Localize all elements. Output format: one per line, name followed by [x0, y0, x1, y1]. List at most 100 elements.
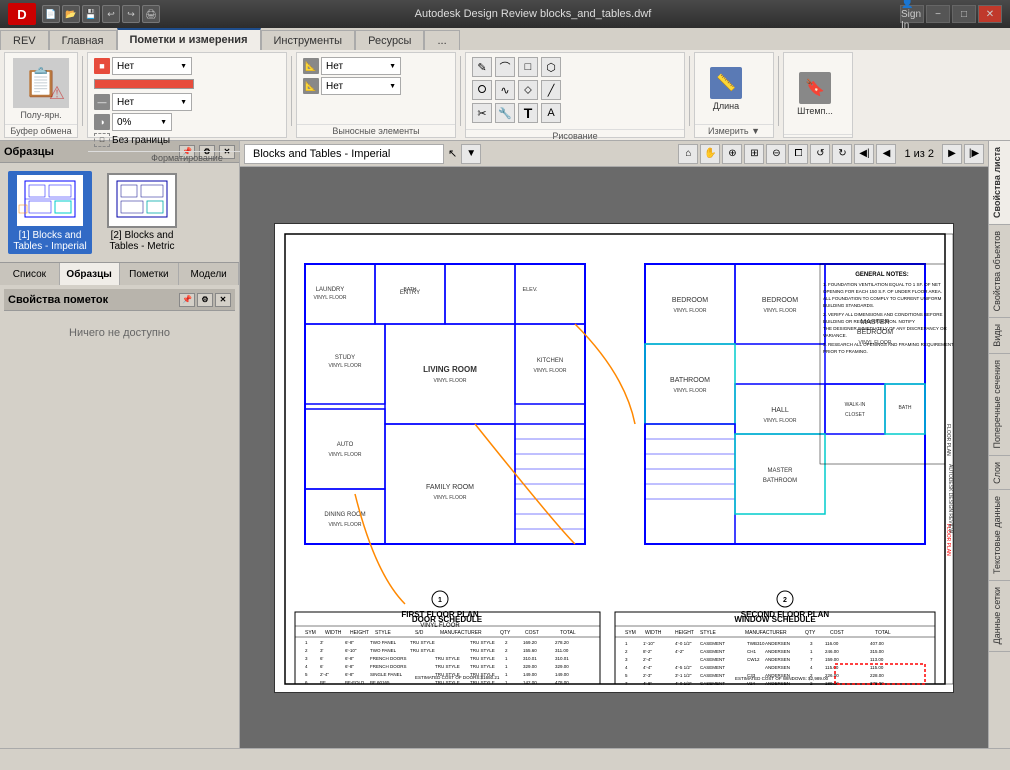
tab-markups[interactable]: Пометки — [120, 263, 180, 285]
callout-content: 📐 Нет ▼ 📐 Нет ▼ — [297, 53, 455, 124]
vsection-4: Поперечные сечения — [989, 354, 1010, 455]
group-format: ■ Нет ▼ — Нет ▼ ◑ — [87, 52, 287, 138]
svg-text:BF: BF — [320, 680, 326, 685]
svg-text:CASEMENT: CASEMENT — [700, 649, 725, 654]
tab-list[interactable]: Список — [0, 263, 60, 285]
callout-combo2[interactable]: Нет ▼ — [321, 77, 401, 95]
canvas-view[interactable]: LAUNDRY VINYL FLOOR ENTRY ELEV. BATH STU… — [240, 167, 988, 748]
right-tab-obj[interactable]: Свойства объектов — [989, 225, 1010, 317]
minimize-btn[interactable]: − — [926, 5, 950, 23]
tab-tools[interactable]: Инструменты — [261, 30, 356, 50]
prop-pin-btn[interactable]: 📌 — [179, 293, 195, 307]
percent-combo[interactable]: 0% ▼ — [112, 113, 172, 131]
nav-last-btn[interactable]: |▶ — [964, 144, 984, 164]
quick-access-toolbar[interactable]: 📄 📂 💾 ↩ ↪ 🖨 — [42, 5, 160, 23]
svg-text:246.00: 246.00 — [825, 649, 839, 654]
svg-text:TRU STYLE: TRU STYLE — [435, 664, 460, 669]
svg-text:6': 6' — [320, 656, 324, 661]
draw-btn-6[interactable]: ∿ — [495, 80, 515, 100]
color-combo[interactable]: Нет ▼ — [112, 57, 192, 75]
tab-markup[interactable]: Пометки и измерения — [117, 28, 261, 50]
home-btn[interactable]: ⌂ — [678, 144, 698, 164]
tab-resources[interactable]: Ресурсы — [355, 30, 424, 50]
draw-btn-11[interactable]: T — [518, 103, 538, 123]
rotate-cw-btn[interactable]: ↻ — [832, 144, 852, 164]
draw-btn-8[interactable]: ╱ — [541, 80, 561, 100]
maximize-btn[interactable]: □ — [952, 5, 976, 23]
draw-btn-2[interactable]: ⌒ — [495, 57, 515, 77]
tab-more[interactable]: ... — [424, 30, 459, 50]
svg-text:6'-10": 6'-10" — [345, 648, 357, 653]
svg-text:VINYL FLOOR: VINYL FLOOR — [329, 452, 362, 458]
undo-btn[interactable]: ↩ — [102, 5, 120, 23]
panel-tabs[interactable]: Список Образцы Пометки Модели — [0, 262, 239, 285]
svg-text:315.00: 315.00 — [870, 649, 884, 654]
thumbnail-1[interactable]: [1] Blocks and Tables - Imperial — [8, 171, 92, 254]
tab-models[interactable]: Модели — [179, 263, 239, 285]
prop-config-btn[interactable]: ⚙ — [197, 293, 213, 307]
right-tab-textdata[interactable]: Текстовые данные — [989, 490, 1010, 580]
nav-next-btn[interactable]: ▶ — [942, 144, 962, 164]
svg-text:1. FOUNDATION VENTILATION EQUA: 1. FOUNDATION VENTILATION EQUAL TO 1 SF.… — [823, 282, 941, 287]
ribbon-tabs[interactable]: REV Главная Пометки и измерения Инструме… — [0, 28, 1010, 50]
properties-section: Свойства пометок 📌 ⚙ ✕ — [0, 285, 239, 315]
svg-text:DOOR SCHEDULE: DOOR SCHEDULE — [412, 615, 483, 624]
tab-rev[interactable]: REV — [0, 30, 49, 50]
nav-prev-btn[interactable]: ◀ — [876, 144, 896, 164]
svg-text:QTY: QTY — [805, 630, 816, 636]
svg-text:FRENCH DOORS: FRENCH DOORS — [370, 656, 407, 661]
nothing-available-text: Ничего не доступно — [0, 315, 239, 351]
draw-btn-7[interactable]: ⬦ — [518, 80, 538, 100]
svg-text:SYM: SYM — [625, 630, 636, 636]
canvas-nav-tools: ⌂ ✋ ⊕ ⊞ ⊖ ⧠ ↺ ↻ ◀| ◀ 1 из 2 ▶ |▶ — [678, 144, 984, 164]
dropdown-btn[interactable]: ▼ — [461, 144, 481, 164]
redo-btn[interactable]: ↪ — [122, 5, 140, 23]
right-tab-griddata[interactable]: Данные сетки — [989, 581, 1010, 650]
new-btn[interactable]: 📄 — [42, 5, 60, 23]
color-icon: ■ — [94, 58, 110, 74]
stamp-btn[interactable]: 🔖 Штемп... — [790, 64, 840, 124]
measure-length-btn[interactable]: 📏 Длина — [701, 59, 751, 119]
prop-close-btn[interactable]: ✕ — [215, 293, 231, 307]
svg-text:329.00: 329.00 — [523, 664, 537, 669]
draw-btn-5[interactable]: ⭘ — [472, 80, 492, 100]
tab-samples[interactable]: Образцы — [60, 263, 120, 285]
sign-in-btn[interactable]: 👤 Sign In — [900, 5, 924, 23]
print-btn[interactable]: 🖨 — [142, 5, 160, 23]
zoom-fit-btn[interactable]: ⊞ — [744, 144, 764, 164]
draw-btn-9[interactable]: ✂ — [472, 103, 492, 123]
svg-text:VINYL FLOOR: VINYL FLOOR — [314, 295, 347, 301]
hand-btn[interactable]: ✋ — [700, 144, 720, 164]
thumbnails-area: [1] Blocks and Tables - Imperial [2] Blo… — [0, 163, 239, 262]
svg-text:TRU STYLE: TRU STYLE — [470, 656, 495, 661]
border-row: □ Без границы — [94, 133, 170, 147]
open-btn[interactable]: 📂 — [62, 5, 80, 23]
right-tab-views[interactable]: Виды — [989, 318, 1010, 353]
svg-text:FAMILY ROOM: FAMILY ROOM — [426, 484, 474, 491]
draw-btn-1[interactable]: ✎ — [472, 57, 492, 77]
vsection-3: Виды — [989, 318, 1010, 354]
close-btn[interactable]: ✕ — [978, 5, 1002, 23]
draw-btn-12[interactable]: A — [541, 103, 561, 123]
window-controls[interactable]: 👤 Sign In − □ ✕ — [900, 5, 1002, 23]
thumbnail-2[interactable]: [2] Blocks and Tables - Metric — [100, 171, 184, 254]
svg-text:169.20: 169.20 — [523, 640, 537, 645]
tab-home[interactable]: Главная — [49, 30, 117, 50]
style-combo[interactable]: Нет ▼ — [112, 93, 192, 111]
nav-first-btn[interactable]: ◀| — [854, 144, 874, 164]
draw-btn-3[interactable]: □ — [518, 57, 538, 77]
svg-text:CASEMENT: CASEMENT — [700, 665, 725, 670]
rotate-btn[interactable]: ↺ — [810, 144, 830, 164]
right-tab-sections[interactable]: Поперечные сечения — [989, 354, 1010, 454]
callout-combo1[interactable]: Нет ▼ — [321, 57, 401, 75]
svg-text:TRU STYLE: TRU STYLE — [470, 648, 495, 653]
save-btn[interactable]: 💾 — [82, 5, 100, 23]
right-tab-sheet[interactable]: Свойства листа — [989, 141, 1010, 224]
zoom-in-btn[interactable]: ⊕ — [722, 144, 742, 164]
zoom-window-btn[interactable]: ⧠ — [788, 144, 808, 164]
draw-btn-4[interactable]: ⬡ — [541, 57, 561, 77]
zoom-out-btn[interactable]: ⊖ — [766, 144, 786, 164]
right-tab-layers[interactable]: Слои — [989, 456, 1010, 490]
svg-text:3. RESEARCH ALL OPENINGS AND F: 3. RESEARCH ALL OPENINGS AND FRAMING REQ… — [823, 342, 954, 347]
draw-btn-10[interactable]: 🔧 — [495, 103, 515, 123]
